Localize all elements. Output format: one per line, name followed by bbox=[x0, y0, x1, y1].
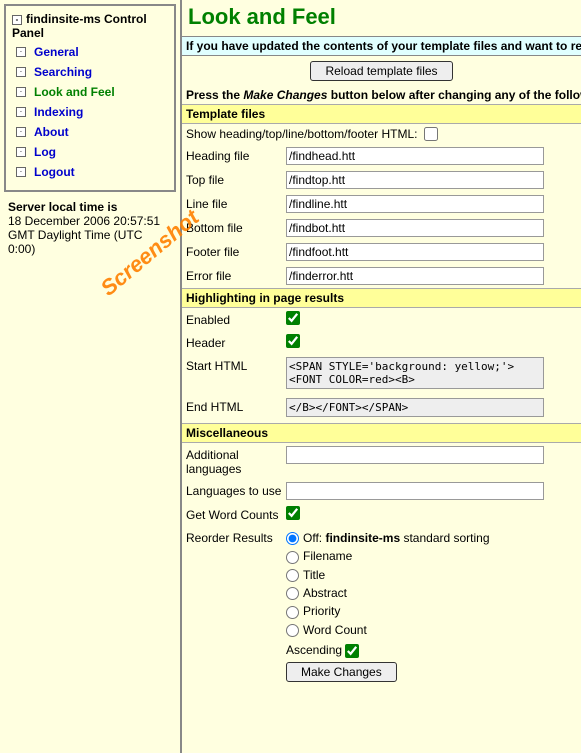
section-template-files: Template files bbox=[182, 104, 581, 124]
footer-file-label: Footer file bbox=[186, 243, 286, 259]
wordcount-checkbox[interactable] bbox=[286, 506, 300, 520]
bullet-icon: · bbox=[16, 67, 26, 77]
ascending-checkbox[interactable] bbox=[345, 644, 359, 658]
header-label: Header bbox=[186, 334, 286, 350]
start-html-input[interactable]: <SPAN STYLE='background: yellow;'><FONT … bbox=[286, 357, 544, 389]
reorder-radio-group: Off: findinsite-ms standard sorting File… bbox=[286, 529, 577, 682]
sidebar-item-look-and-feel[interactable]: ·Look and Feel bbox=[8, 82, 172, 102]
bullet-icon: · bbox=[16, 167, 26, 177]
heading-file-input[interactable] bbox=[286, 147, 544, 165]
show-html-label: Show heading/top/line/bottom/footer HTML… bbox=[186, 127, 417, 141]
line-file-label: Line file bbox=[186, 195, 286, 211]
bullet-icon: · bbox=[16, 147, 26, 157]
sidebar-item-about[interactable]: ·About bbox=[8, 122, 172, 142]
enabled-checkbox[interactable] bbox=[286, 311, 300, 325]
show-html-checkbox[interactable] bbox=[424, 127, 438, 141]
section-misc: Miscellaneous bbox=[182, 423, 581, 443]
uselang-label: Languages to use bbox=[186, 482, 286, 498]
top-file-label: Top file bbox=[186, 171, 286, 187]
press-info: Press the Make Changes button below afte… bbox=[182, 86, 581, 104]
bullet-icon: · bbox=[16, 87, 26, 97]
section-highlighting: Highlighting in page results bbox=[182, 288, 581, 308]
top-file-input[interactable] bbox=[286, 171, 544, 189]
reorder-wordcount[interactable]: Word Count bbox=[286, 621, 577, 639]
enabled-label: Enabled bbox=[186, 311, 286, 327]
reorder-label: Reorder Results bbox=[186, 529, 286, 545]
bullet-icon: · bbox=[16, 47, 26, 57]
addlang-label: Additional languages bbox=[186, 446, 286, 476]
bullet-icon: · bbox=[16, 107, 26, 117]
line-file-input[interactable] bbox=[286, 195, 544, 213]
bullet-icon: · bbox=[16, 127, 26, 137]
minus-icon: - bbox=[12, 15, 22, 25]
bottom-file-label: Bottom file bbox=[186, 219, 286, 235]
make-changes-button[interactable]: Make Changes bbox=[286, 662, 397, 682]
sidebar-item-log[interactable]: ·Log bbox=[8, 142, 172, 162]
reload-template-button[interactable]: Reload template files bbox=[310, 61, 452, 81]
server-time: Server local time is 18 December 2006 20… bbox=[4, 192, 176, 264]
update-info: If you have updated the contents of your… bbox=[182, 36, 581, 56]
footer-file-input[interactable] bbox=[286, 243, 544, 261]
heading-file-label: Heading file bbox=[186, 147, 286, 163]
wordcount-label: Get Word Counts bbox=[186, 506, 286, 522]
sidebar-item-general[interactable]: ·General bbox=[8, 42, 172, 62]
reorder-filename[interactable]: Filename bbox=[286, 547, 577, 565]
control-panel-nav: -findinsite-ms Control Panel ·General ·S… bbox=[4, 4, 176, 192]
error-file-label: Error file bbox=[186, 267, 286, 283]
ascending-label: Ascending bbox=[286, 643, 342, 657]
reorder-title[interactable]: Title bbox=[286, 566, 577, 584]
sidebar-item-indexing[interactable]: ·Indexing bbox=[8, 102, 172, 122]
reorder-abstract[interactable]: Abstract bbox=[286, 584, 577, 602]
start-html-label: Start HTML bbox=[186, 357, 286, 373]
page-title: Look and Feel bbox=[182, 0, 581, 36]
reorder-priority[interactable]: Priority bbox=[286, 602, 577, 620]
end-html-label: End HTML bbox=[186, 398, 286, 414]
uselang-input[interactable] bbox=[286, 482, 544, 500]
addlang-input[interactable] bbox=[286, 446, 544, 464]
header-checkbox[interactable] bbox=[286, 334, 300, 348]
end-html-input[interactable]: </B></FONT></SPAN> bbox=[286, 398, 544, 417]
reorder-off[interactable]: Off: findinsite-ms standard sorting bbox=[286, 529, 577, 547]
sidebar-item-searching[interactable]: ·Searching bbox=[8, 62, 172, 82]
panel-title: -findinsite-ms Control Panel bbox=[8, 10, 172, 42]
error-file-input[interactable] bbox=[286, 267, 544, 285]
bottom-file-input[interactable] bbox=[286, 219, 544, 237]
sidebar-item-logout[interactable]: ·Logout bbox=[8, 162, 172, 182]
